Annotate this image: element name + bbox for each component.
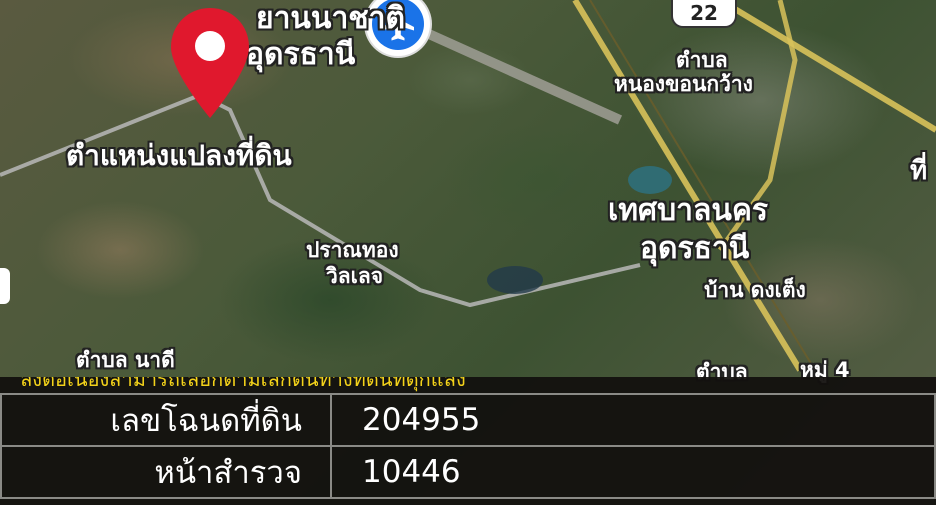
village-label-line1: ปราณทอง	[306, 238, 399, 262]
land-info-table: เลขโฉนดที่ดิน 204955 หน้าสำรวจ 10446	[0, 393, 936, 499]
right-edge-label: ที่	[910, 156, 928, 186]
survey-page-value: 10446	[330, 445, 936, 499]
subdistrict-label: ตำบล	[676, 48, 728, 72]
plot-location-label: ตำแหน่งแปลงที่ดิน	[66, 139, 292, 172]
map-side-handle[interactable]	[0, 268, 10, 304]
bottom-left-label: ตำบล นาดี	[76, 348, 175, 372]
subdistrict-name-label: หนองขอนกว้าง	[614, 72, 753, 96]
airport-label-line2: อุดรธานี	[246, 37, 356, 72]
municipality-label-line2: อุดรธานี	[640, 231, 750, 266]
land-info-panel: ลงต่อเนื่องสามารถเลือกตามเลกต้นทางที่ดิน…	[0, 377, 936, 505]
airport-label-line1: ยานนาชาติ	[256, 1, 405, 36]
table-row: เลขโฉนดที่ดิน 204955	[0, 393, 936, 447]
highway-shield: 22	[671, 0, 737, 28]
municipality-label-line1: เทศบาลนคร	[608, 193, 769, 228]
ban-label: บ้าน ดงเต็ง	[704, 278, 806, 302]
table-row: หน้าสำรวจ 10446	[0, 445, 936, 499]
village-label-line2: วิลเลจ	[326, 264, 384, 288]
survey-page-label: หน้าสำรวจ	[0, 445, 332, 499]
deed-number-value: 204955	[330, 393, 936, 447]
location-pin-icon[interactable]	[168, 6, 252, 120]
deed-number-label: เลขโฉนดที่ดิน	[0, 393, 332, 447]
